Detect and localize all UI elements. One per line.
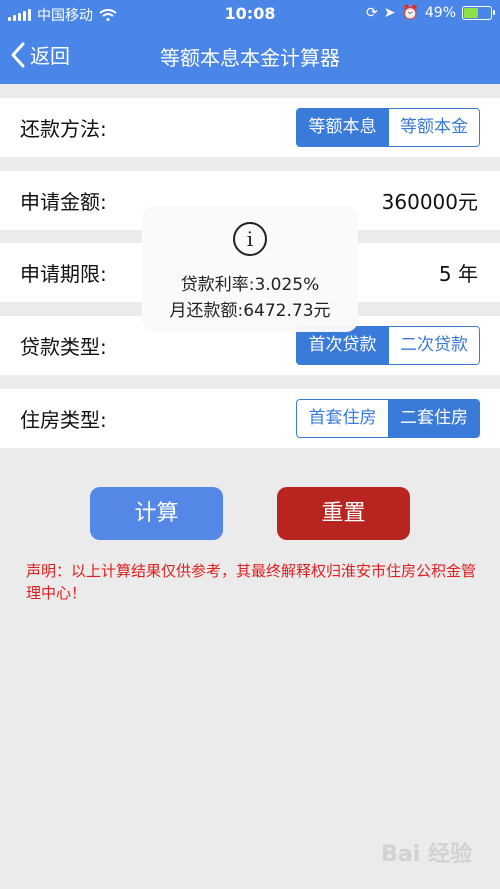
disclaimer-text: 声明：以上计算结果仅供参考，其最终解释权归淮安市住房公积金管理中心！ — [26, 562, 477, 602]
status-bar: 中国移动 10:08 ⟳ ➤ ⏰ 49% — [0, 0, 500, 28]
monthly-payment-text: 月还款额:6472.73元 — [169, 301, 331, 321]
interest-rate-text: 贷款利率:3.025% — [180, 275, 320, 295]
segment-second-loan[interactable]: 二次贷款 — [388, 327, 479, 364]
rotation-lock-icon: ⟳ — [365, 5, 378, 21]
term-label: 申请期限: — [20, 262, 107, 286]
battery-percent: 49% — [424, 5, 456, 21]
result-popup: i 贷款利率:3.025% 月还款额:6472.73元 — [142, 206, 358, 332]
loan-type-label: 贷款类型: — [20, 335, 107, 359]
row-house-type: 住房类型: 首套住房 二套住房 — [0, 389, 500, 448]
status-right: ⟳ ➤ ⏰ 49% — [365, 5, 495, 21]
segment-second-house[interactable]: 二套住房 — [388, 400, 479, 437]
calculate-button[interactable]: 计算 — [90, 487, 223, 540]
page-title: 等额本息本金计算器 — [160, 46, 340, 70]
location-icon: ➤ — [383, 5, 396, 21]
repayment-method-segment: 等额本息 等额本金 — [296, 108, 480, 147]
term-value[interactable]: 5 年 — [439, 258, 478, 287]
baidu-watermark: Bai 经验 — [381, 842, 472, 867]
segment-equal-principal[interactable]: 等额本金 — [388, 109, 479, 146]
amount-value[interactable]: 360000元 — [382, 186, 478, 215]
info-icon: i — [233, 222, 267, 256]
nav-bar: 返回 等额本息本金计算器 — [0, 28, 500, 84]
segment-first-loan[interactable]: 首次贷款 — [297, 327, 388, 364]
reset-button[interactable]: 重置 — [277, 487, 410, 540]
segment-equal-installment[interactable]: 等额本息 — [297, 109, 388, 146]
battery-level — [464, 8, 478, 18]
repayment-method-label: 还款方法: — [20, 117, 107, 141]
segment-first-house[interactable]: 首套住房 — [297, 400, 388, 437]
row-repayment-method: 还款方法: 等额本息 等额本金 — [0, 98, 500, 157]
alarm-icon: ⏰ — [401, 5, 419, 21]
house-type-segment: 首套住房 二套住房 — [296, 399, 480, 438]
amount-label: 申请金额: — [20, 190, 107, 214]
battery-icon — [462, 6, 495, 20]
house-type-label: 住房类型: — [20, 408, 107, 432]
